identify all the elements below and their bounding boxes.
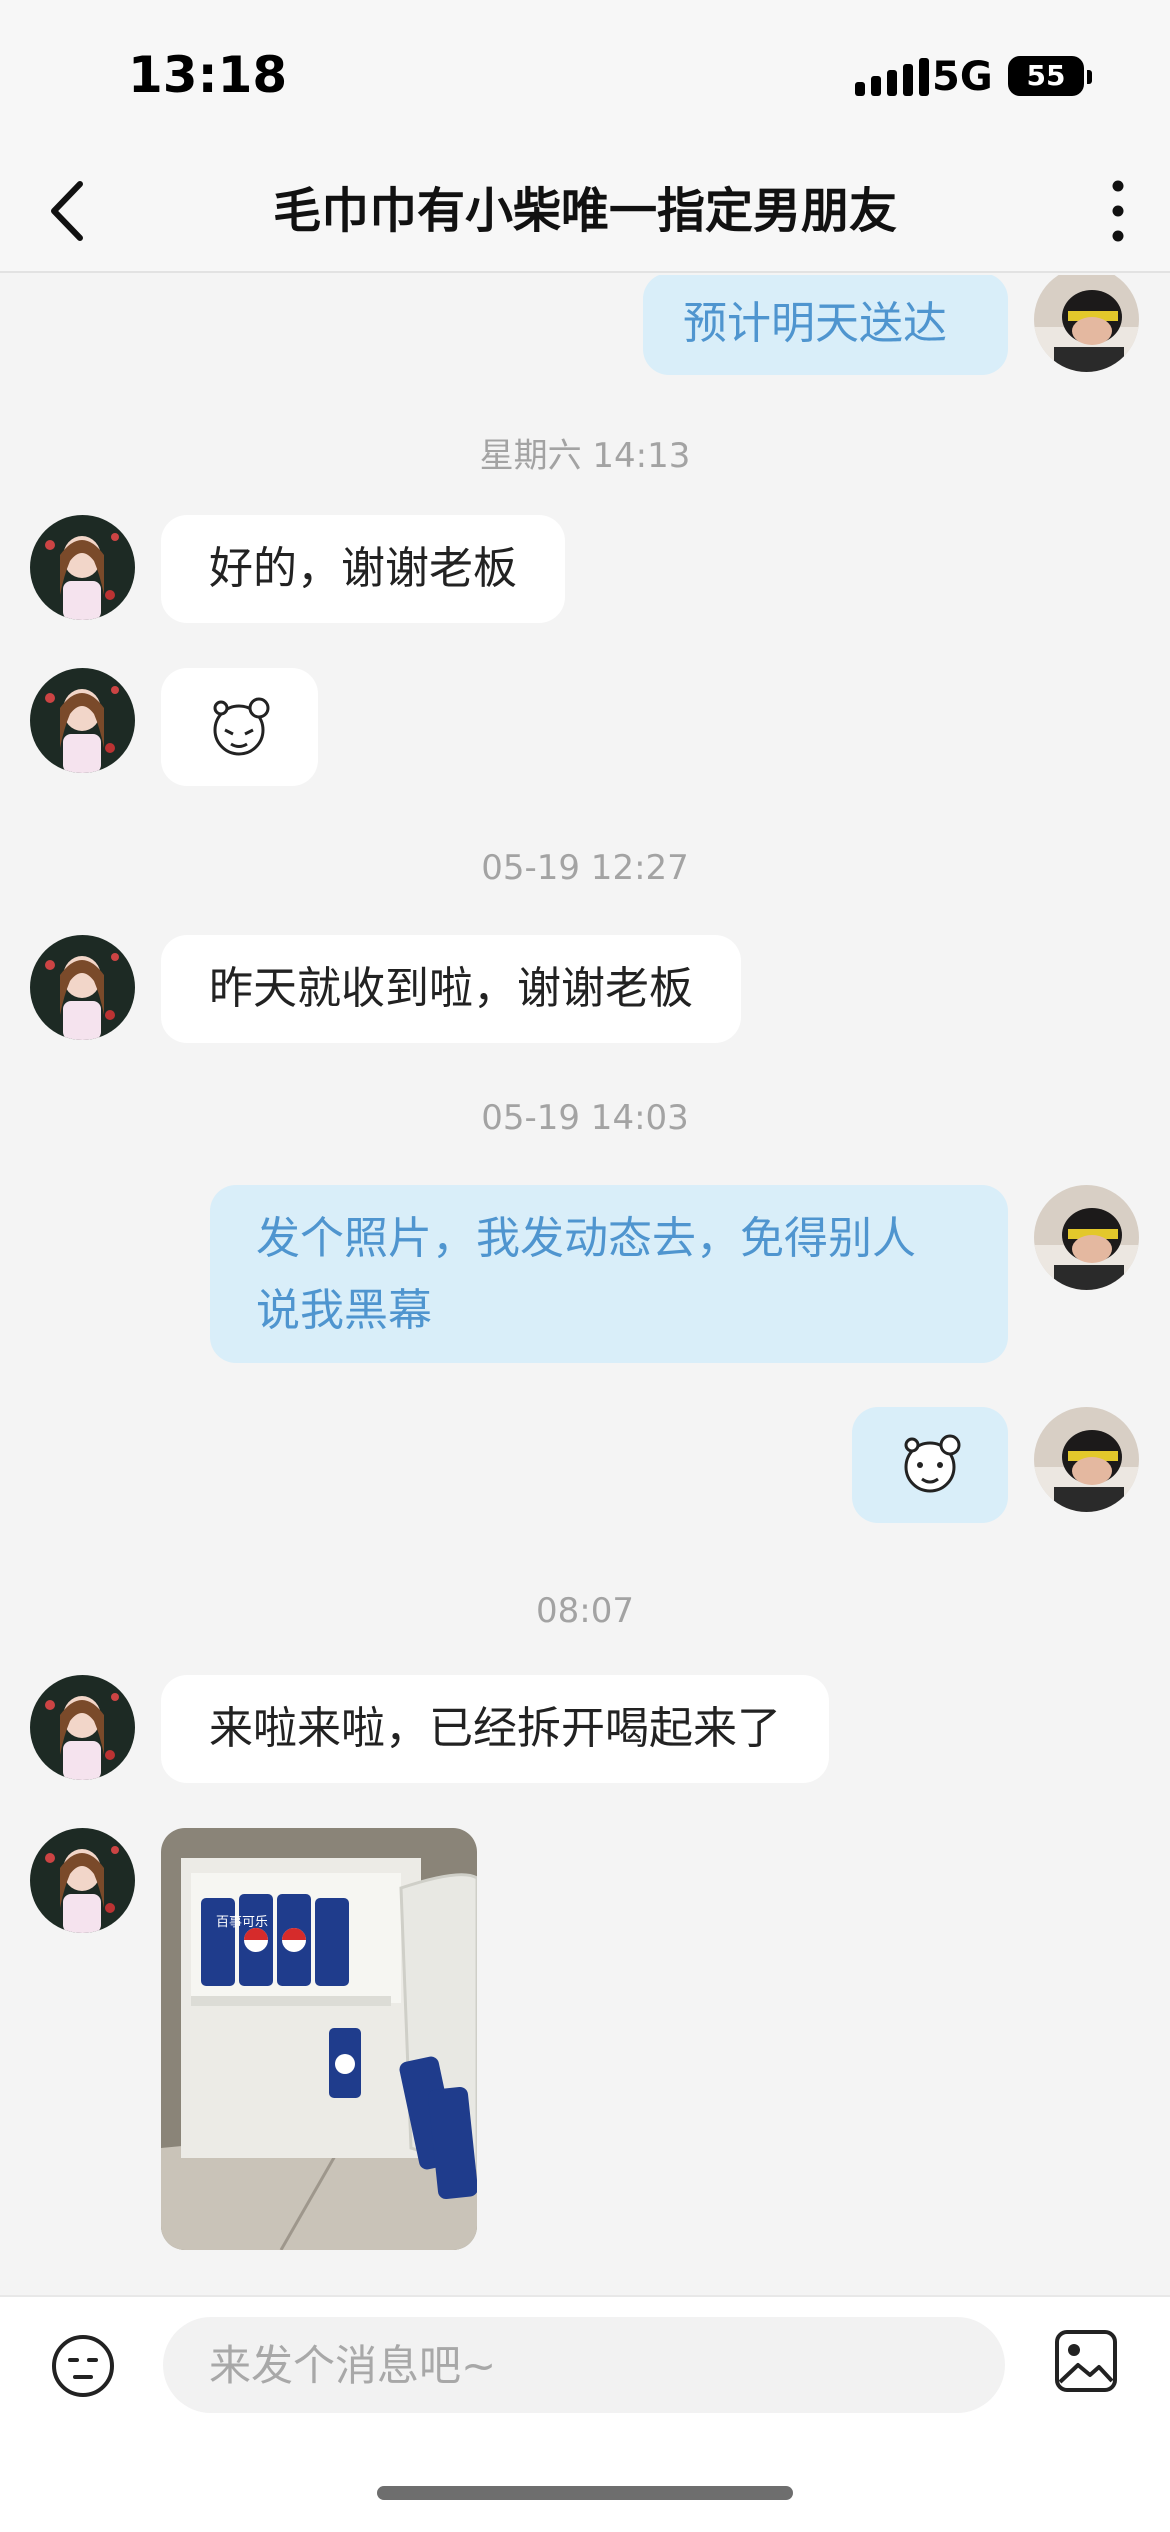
contact-avatar[interactable] bbox=[30, 515, 135, 620]
timestamp: 05-19 12:27 bbox=[481, 848, 689, 888]
sticker-message-outgoing[interactable] bbox=[852, 1407, 1008, 1523]
chat-title: 毛巾巾有小柴唯一指定男朋友 bbox=[272, 183, 897, 239]
photo-message[interactable]: 百事可乐 bbox=[161, 1828, 477, 2250]
message-incoming[interactable]: 昨天就收到啦，谢谢老板 bbox=[161, 935, 741, 1043]
image-button[interactable] bbox=[1052, 2327, 1120, 2395]
message-input-bar bbox=[0, 2295, 1170, 2532]
battery-tip bbox=[1087, 70, 1092, 84]
my-avatar[interactable] bbox=[1034, 1185, 1139, 1290]
message-text-line: 发个照片，我发动态去，免得别人 bbox=[256, 1213, 916, 1264]
message-incoming[interactable]: 来啦来啦，已经拆开喝起来了 bbox=[161, 1675, 829, 1783]
message-text: 好的，谢谢老板 bbox=[209, 543, 517, 594]
more-button[interactable] bbox=[1095, 176, 1141, 246]
message-outgoing[interactable]: 发个照片，我发动态去，免得别人 说我黑幕 bbox=[210, 1185, 1008, 1363]
timestamp: 星期六 14:13 bbox=[479, 436, 691, 476]
message-text: 来啦来啦，已经拆开喝起来了 bbox=[209, 1703, 781, 1754]
back-button[interactable] bbox=[40, 176, 110, 246]
fridge-photo: 百事可乐 bbox=[161, 1828, 477, 2250]
emoji-button[interactable] bbox=[48, 2331, 118, 2401]
back-arrow-icon bbox=[51, 181, 83, 241]
sticker-icon bbox=[213, 697, 270, 756]
image-icon bbox=[1055, 2330, 1117, 2392]
contact-avatar[interactable] bbox=[30, 668, 135, 773]
chat-area[interactable]: 预计明天送达 星期六 14:13 好的，谢谢老板 05-19 12:27 昨天就… bbox=[0, 275, 1170, 2295]
my-avatar[interactable] bbox=[1034, 1407, 1139, 1512]
chat-header: 毛巾巾有小柴唯一指定男朋友 bbox=[0, 150, 1170, 273]
message-input[interactable] bbox=[163, 2317, 1005, 2413]
contact-avatar[interactable] bbox=[30, 1828, 135, 1933]
contact-avatar[interactable] bbox=[30, 1675, 135, 1780]
contact-avatar[interactable] bbox=[30, 935, 135, 1040]
home-indicator[interactable] bbox=[377, 2486, 793, 2500]
emoji-icon bbox=[52, 2335, 114, 2397]
more-dots-icon bbox=[1112, 180, 1124, 242]
message-text-line: 说我黑幕 bbox=[256, 1285, 432, 1336]
battery-icon: 55 bbox=[1008, 56, 1084, 96]
message-outgoing[interactable]: 预计明天送达 bbox=[643, 275, 1008, 375]
signal-icon bbox=[855, 58, 929, 96]
sticker-icon bbox=[904, 1434, 961, 1493]
message-incoming[interactable]: 好的，谢谢老板 bbox=[161, 515, 565, 623]
my-avatar[interactable] bbox=[1034, 275, 1139, 372]
status-time: 13:18 bbox=[128, 46, 288, 104]
status-bar: 13:18 5G 55 bbox=[0, 0, 1170, 150]
message-text: 预计明天送达 bbox=[683, 298, 947, 349]
timestamp: 08:07 bbox=[536, 1591, 634, 1631]
message-text: 昨天就收到啦，谢谢老板 bbox=[209, 963, 693, 1014]
timestamp: 05-19 14:03 bbox=[481, 1098, 689, 1138]
network-type: 5G bbox=[932, 54, 993, 100]
can-label: 百事可乐 bbox=[216, 1915, 268, 1930]
sticker-message-incoming[interactable] bbox=[161, 668, 318, 786]
